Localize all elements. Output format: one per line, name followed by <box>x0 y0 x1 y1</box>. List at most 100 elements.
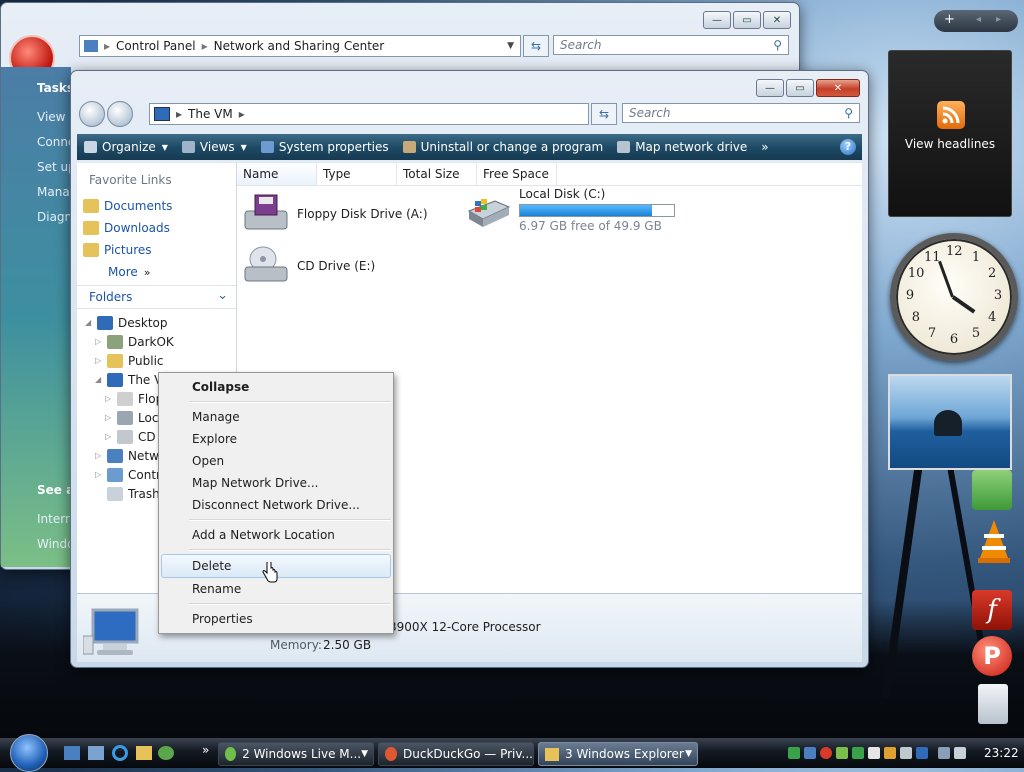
menu-item-add-network-location[interactable]: Add a Network Location <box>159 524 393 546</box>
context-menu: Collapse Manage Explore Open Map Network… <box>158 372 394 634</box>
clock-gadget[interactable]: 12 1 2 3 4 5 6 7 8 9 10 11 <box>890 233 1018 361</box>
refresh-icon[interactable]: ⇆ <box>523 35 549 57</box>
breadcrumb-control-panel[interactable]: Control Panel <box>116 39 196 53</box>
volume-icon[interactable] <box>954 747 966 759</box>
tray-icon[interactable] <box>852 747 864 759</box>
views-button[interactable]: Views ▼ <box>175 134 254 160</box>
clock-time[interactable]: 23:22 <box>984 746 1019 760</box>
help-icon[interactable]: ? <box>840 139 856 155</box>
add-gadget-icon[interactable]: + <box>944 12 955 27</box>
minimize-button[interactable]: — <box>756 79 784 97</box>
tray-icon[interactable] <box>804 747 816 759</box>
close-button[interactable]: ✕ <box>816 79 860 97</box>
breadcrumb-the-vm[interactable]: The VM <box>188 107 233 121</box>
clock-hour-hand <box>951 295 976 314</box>
tray-icon[interactable] <box>788 747 800 759</box>
maximize-button[interactable]: ▭ <box>733 11 761 29</box>
quick-launch-icon[interactable] <box>158 746 174 760</box>
tray-icon[interactable] <box>916 747 928 759</box>
favorite-links-header: Favorite Links <box>89 173 172 187</box>
show-desktop-icon[interactable] <box>64 746 80 760</box>
start-orb-icon[interactable] <box>10 734 48 772</box>
task-link[interactable]: Diagno <box>37 205 71 230</box>
organize-button[interactable]: Organize ▼ <box>77 134 175 160</box>
app-p-icon[interactable]: P <box>972 636 1012 676</box>
feed-headlines-gadget[interactable]: View headlines <box>888 50 1012 217</box>
task-link[interactable]: Manag <box>37 180 71 205</box>
menu-item-map-network-drive[interactable]: Map Network Drive... <box>159 472 393 494</box>
minimize-button[interactable]: — <box>703 11 731 29</box>
tree-item-public[interactable]: ▷ Public <box>85 351 174 370</box>
tray-icon[interactable] <box>900 747 912 759</box>
network-icon[interactable] <box>938 747 950 759</box>
folder-icon <box>83 221 99 235</box>
see-also-link[interactable]: Windo <box>37 532 71 557</box>
media-player-icon[interactable] <box>136 746 152 760</box>
system-properties-button[interactable]: System properties <box>254 134 396 160</box>
search-input[interactable]: Search ⚲ <box>553 35 789 55</box>
close-button[interactable]: ✕ <box>763 11 791 29</box>
menu-item-collapse[interactable]: Collapse <box>159 376 393 398</box>
column-type[interactable]: Type <box>317 163 397 185</box>
taskbar-button-duckduckgo[interactable]: DuckDuckGo — Priv... <box>378 742 534 766</box>
switch-windows-icon[interactable] <box>88 746 104 760</box>
slideshow-gadget[interactable] <box>888 374 1012 470</box>
back-button[interactable] <box>79 101 105 127</box>
tree-item-desktop[interactable]: ◢ Desktop <box>85 313 174 332</box>
sidebar-controls: + ◂ ▸ <box>934 10 1018 32</box>
app-icon[interactable] <box>972 470 1012 510</box>
address-bar[interactable]: ▸ Control Panel ▸ Network and Sharing Ce… <box>79 35 521 57</box>
favorite-link-documents[interactable]: Documents <box>83 195 172 217</box>
task-link[interactable]: Set up <box>37 155 71 180</box>
next-icon[interactable]: ▸ <box>996 14 1001 25</box>
internet-explorer-icon[interactable] <box>112 745 128 761</box>
previous-icon[interactable]: ◂ <box>976 14 981 25</box>
chevron-down-icon[interactable]: ▼ <box>507 41 514 51</box>
collapsed-arrow-icon: ▷ <box>105 432 112 441</box>
forward-button[interactable] <box>107 101 133 127</box>
menu-item-properties[interactable]: Properties <box>159 608 393 630</box>
menu-item-explore[interactable]: Explore <box>159 428 393 450</box>
breadcrumb-network-center[interactable]: Network and Sharing Center <box>214 39 385 53</box>
favorite-links-more[interactable]: More» <box>83 261 172 283</box>
drive-item-cd[interactable]: CD Drive (E:) <box>243 245 375 285</box>
column-free-space[interactable]: Free Space <box>477 163 557 185</box>
search-input[interactable]: Search ⚲ <box>622 103 860 123</box>
vlc-icon[interactable] <box>976 518 1012 567</box>
flash-icon[interactable]: f <box>972 590 1012 630</box>
folders-header[interactable]: Folders ⌄ <box>77 285 236 309</box>
tree-item-darkok[interactable]: ▷ DarkOK <box>85 332 174 351</box>
menu-item-open[interactable]: Open <box>159 450 393 472</box>
clock-numeral: 1 <box>971 249 981 265</box>
view-headlines-label[interactable]: View headlines <box>889 137 1011 151</box>
taskbar-button-windows-explorer[interactable]: 3 Windows Explorer ▼ <box>538 742 698 766</box>
maximize-button[interactable]: ▭ <box>786 79 814 97</box>
tasks-pane: Tasks View c Conne Set up Manag Diagno S… <box>1 67 74 567</box>
toolbar-overflow-button[interactable]: » <box>754 134 775 160</box>
refresh-icon[interactable]: ⇆ <box>591 103 617 125</box>
menu-item-manage[interactable]: Manage <box>159 406 393 428</box>
map-network-drive-button[interactable]: Map network drive <box>610 134 754 160</box>
task-link[interactable]: Conne <box>37 130 71 155</box>
drive-item-floppy[interactable]: Floppy Disk Drive (A:) <box>243 193 428 233</box>
column-total-size[interactable]: Total Size <box>397 163 477 185</box>
tray-icon[interactable] <box>868 747 880 759</box>
drive-item-local-disk[interactable]: Local Disk (C:) 6.97 GB free of 49.9 GB <box>465 187 675 237</box>
column-name[interactable]: Name <box>237 163 317 185</box>
computer-icon <box>154 107 170 121</box>
recycle-bin-icon[interactable] <box>978 684 1008 724</box>
collapsed-arrow-icon: ▷ <box>95 470 102 479</box>
security-alert-icon[interactable] <box>820 747 832 759</box>
quick-launch-overflow[interactable]: » <box>202 743 209 757</box>
favorite-link-downloads[interactable]: Downloads <box>83 217 172 239</box>
menu-item-disconnect-network-drive[interactable]: Disconnect Network Drive... <box>159 494 393 516</box>
task-link[interactable]: View c <box>37 105 71 130</box>
folder-icon <box>83 243 99 257</box>
tray-icon[interactable] <box>836 747 848 759</box>
address-bar[interactable]: ▸ The VM ▸ <box>149 103 589 125</box>
taskbar-button-windows-live[interactable]: 2 Windows Live M... ▼ <box>218 742 374 766</box>
see-also-link[interactable]: Intern <box>37 507 71 532</box>
uninstall-program-button[interactable]: Uninstall or change a program <box>396 134 611 160</box>
tray-icon[interactable] <box>884 747 896 759</box>
favorite-link-pictures[interactable]: Pictures <box>83 239 172 261</box>
